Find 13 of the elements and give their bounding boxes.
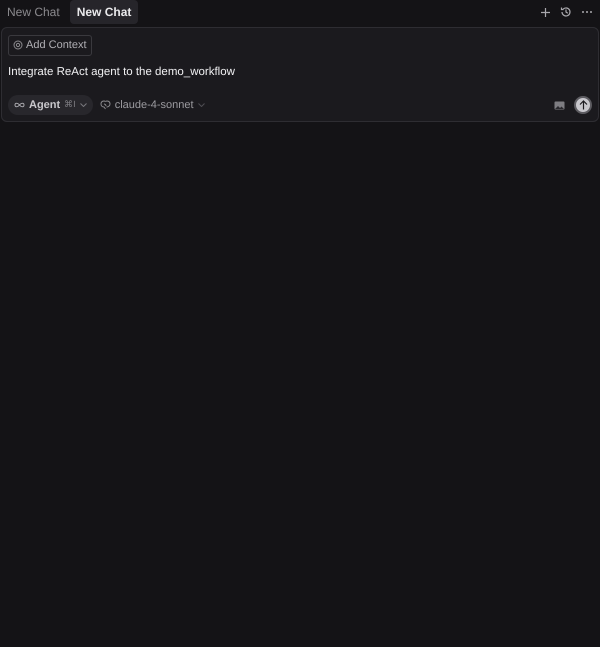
- send-button[interactable]: [574, 96, 592, 114]
- caret-icon: [198, 103, 205, 107]
- chat-tab[interactable]: New Chat: [70, 0, 138, 24]
- model-dropdown[interactable]: claude-4-sonnet: [96, 94, 209, 116]
- brain-icon: [100, 100, 111, 110]
- plus-icon: [540, 6, 550, 18]
- arrow-up-icon: [578, 100, 588, 110]
- message-input[interactable]: Integrate ReAct agent to the demo_workflow: [8, 64, 592, 81]
- chat-tab[interactable]: New Chat: [0, 0, 67, 24]
- add-context-button[interactable]: Add Context: [8, 35, 92, 56]
- caret-icon: [80, 103, 87, 107]
- infinity-icon: [14, 102, 25, 108]
- mode-dropdown[interactable]: Agent ⌘I: [8, 94, 93, 116]
